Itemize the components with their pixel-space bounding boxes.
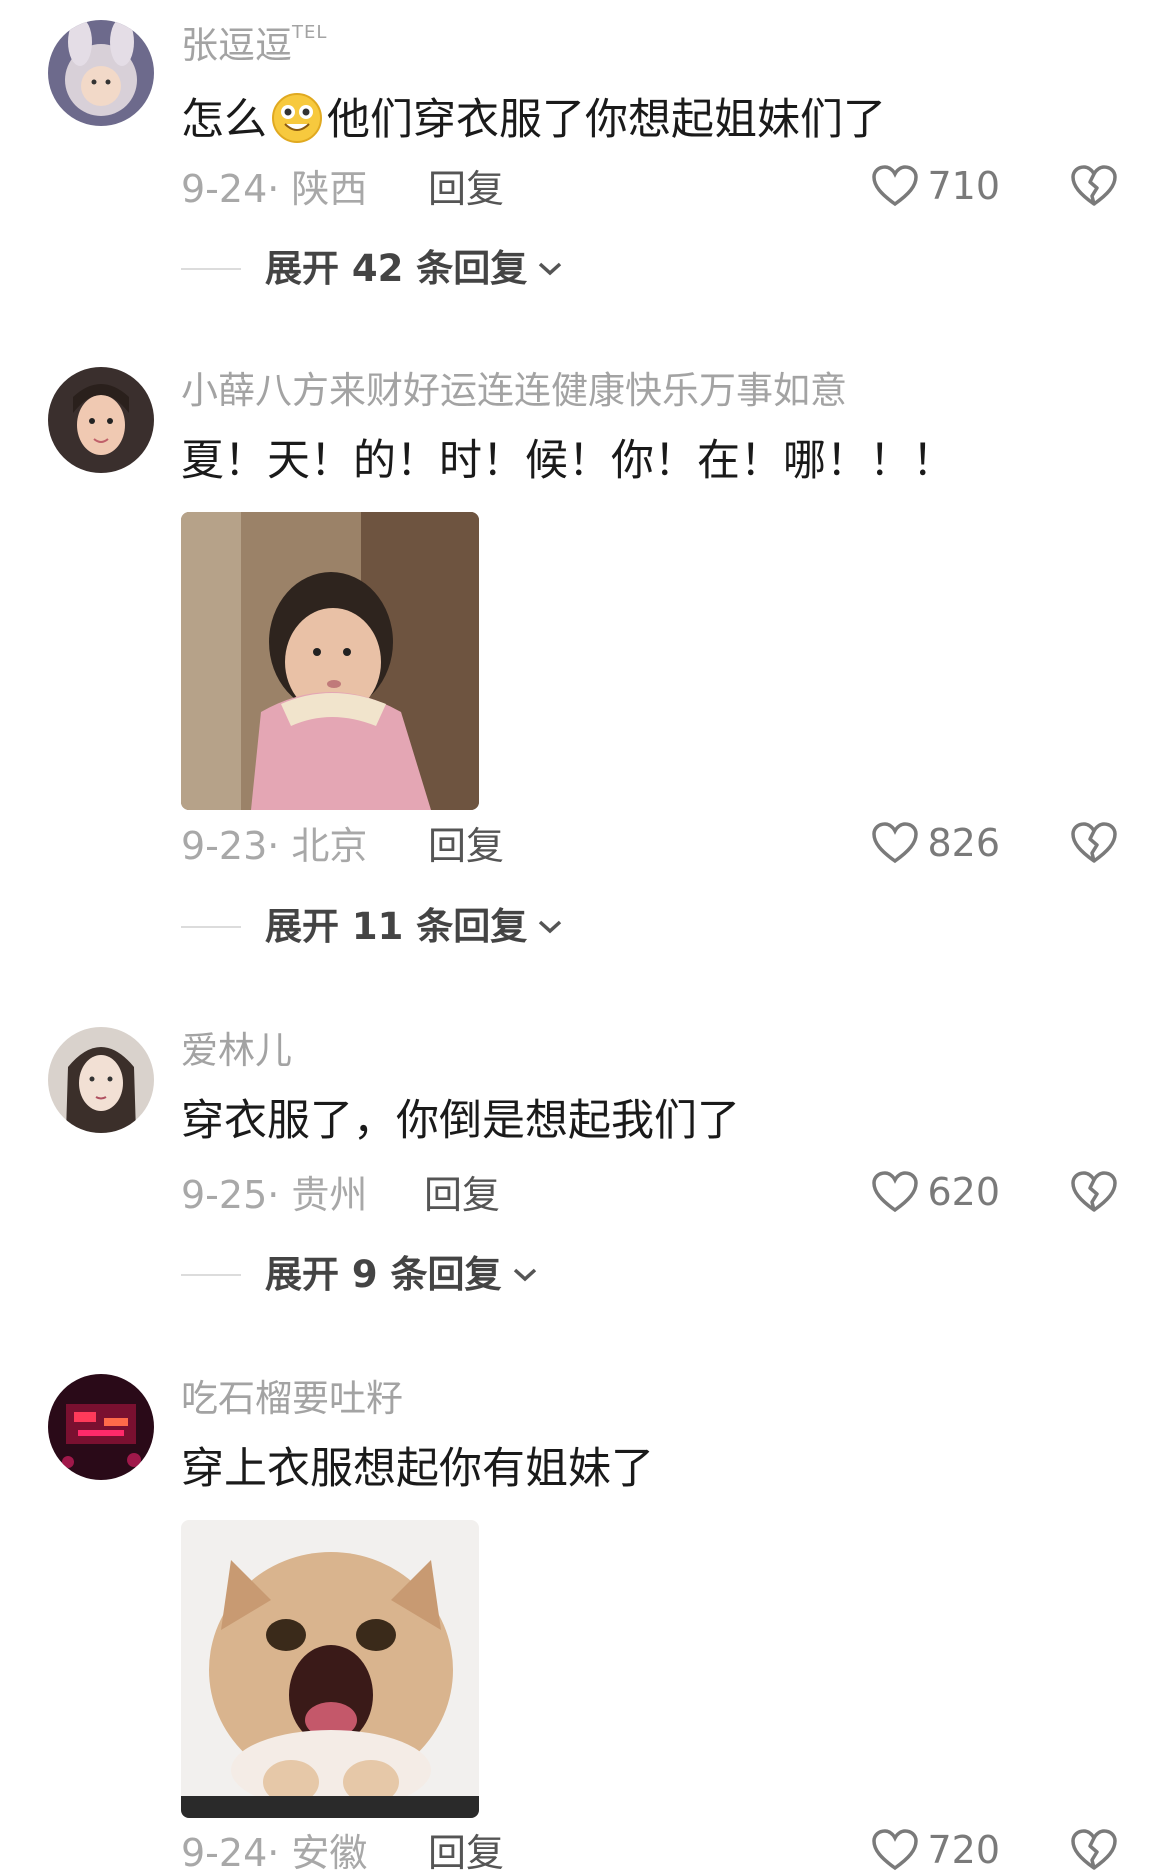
avatar[interactable]	[48, 1027, 154, 1133]
comment-meta: 9-25· 贵州	[181, 1173, 368, 1217]
comment-meta: 9-24· 安徽	[181, 1831, 368, 1875]
dislike-button[interactable]	[1070, 1170, 1118, 1214]
chevron-down-icon	[539, 920, 562, 933]
reply-button[interactable]: 回复	[428, 827, 504, 865]
comment-meta: 9-24· 陕西	[181, 167, 368, 211]
broken-heart-icon	[1071, 1171, 1117, 1212]
reply-button[interactable]: 回复	[428, 170, 504, 208]
dislike-button[interactable]	[1070, 821, 1118, 865]
heart-icon	[872, 822, 919, 864]
dislike-button[interactable]	[1070, 164, 1118, 208]
divider	[181, 267, 241, 270]
chevron-down-icon	[539, 262, 562, 275]
username[interactable]: 张逗逗TEL	[181, 22, 328, 65]
like-count: 826	[927, 821, 1000, 865]
comment-meta: 9-23· 北京	[181, 824, 368, 868]
username[interactable]: 吃石榴要吐籽	[181, 1380, 403, 1417]
divider	[181, 1273, 241, 1276]
comment-text: 穿衣服了，你倒是想起我们了	[181, 1096, 740, 1146]
like-button[interactable]: 620	[871, 1170, 1000, 1214]
like-count: 620	[927, 1170, 1000, 1214]
avatar[interactable]	[48, 20, 154, 126]
divider	[181, 925, 241, 928]
like-button[interactable]: 826	[871, 821, 1000, 865]
username[interactable]: 小薛八方来财好运连连健康快乐万事如意	[181, 372, 847, 409]
expand-replies-button[interactable]: 展开 42 条回复	[181, 250, 563, 287]
comment-text: 夏！天！的！时！候！你！在！哪！！！	[181, 436, 955, 486]
comment-text: 怎么 他们穿衣服了你想起姐妹们了	[181, 92, 886, 144]
dislike-button[interactable]	[1070, 1828, 1118, 1872]
expand-replies-button[interactable]: 展开 9 条回复	[181, 1256, 538, 1293]
heart-icon	[872, 165, 919, 207]
grinning-emoji-icon	[272, 93, 322, 143]
chevron-down-icon	[513, 1268, 536, 1281]
broken-heart-icon	[1071, 1829, 1117, 1870]
reply-button[interactable]: 回复	[428, 1834, 504, 1872]
expand-replies-button[interactable]: 展开 11 条回复	[181, 908, 563, 945]
avatar[interactable]	[48, 367, 154, 473]
cat-photo-image[interactable]	[181, 1520, 479, 1818]
user-badge: TEL	[292, 22, 328, 43]
comment-text: 穿上衣服想起你有姐妹了	[181, 1444, 654, 1494]
broken-heart-icon	[1071, 822, 1117, 863]
heart-icon	[872, 1171, 919, 1213]
broken-heart-icon	[1071, 165, 1117, 206]
reply-button[interactable]: 回复	[424, 1176, 500, 1214]
username[interactable]: 爱林儿	[181, 1032, 292, 1069]
heart-icon	[872, 1829, 919, 1871]
like-button[interactable]: 720	[871, 1828, 1000, 1872]
like-count: 710	[927, 164, 1000, 208]
like-button[interactable]: 710	[871, 164, 1000, 208]
child-photo-image[interactable]	[181, 512, 479, 810]
avatar[interactable]	[48, 1374, 154, 1480]
like-count: 720	[927, 1828, 1000, 1872]
